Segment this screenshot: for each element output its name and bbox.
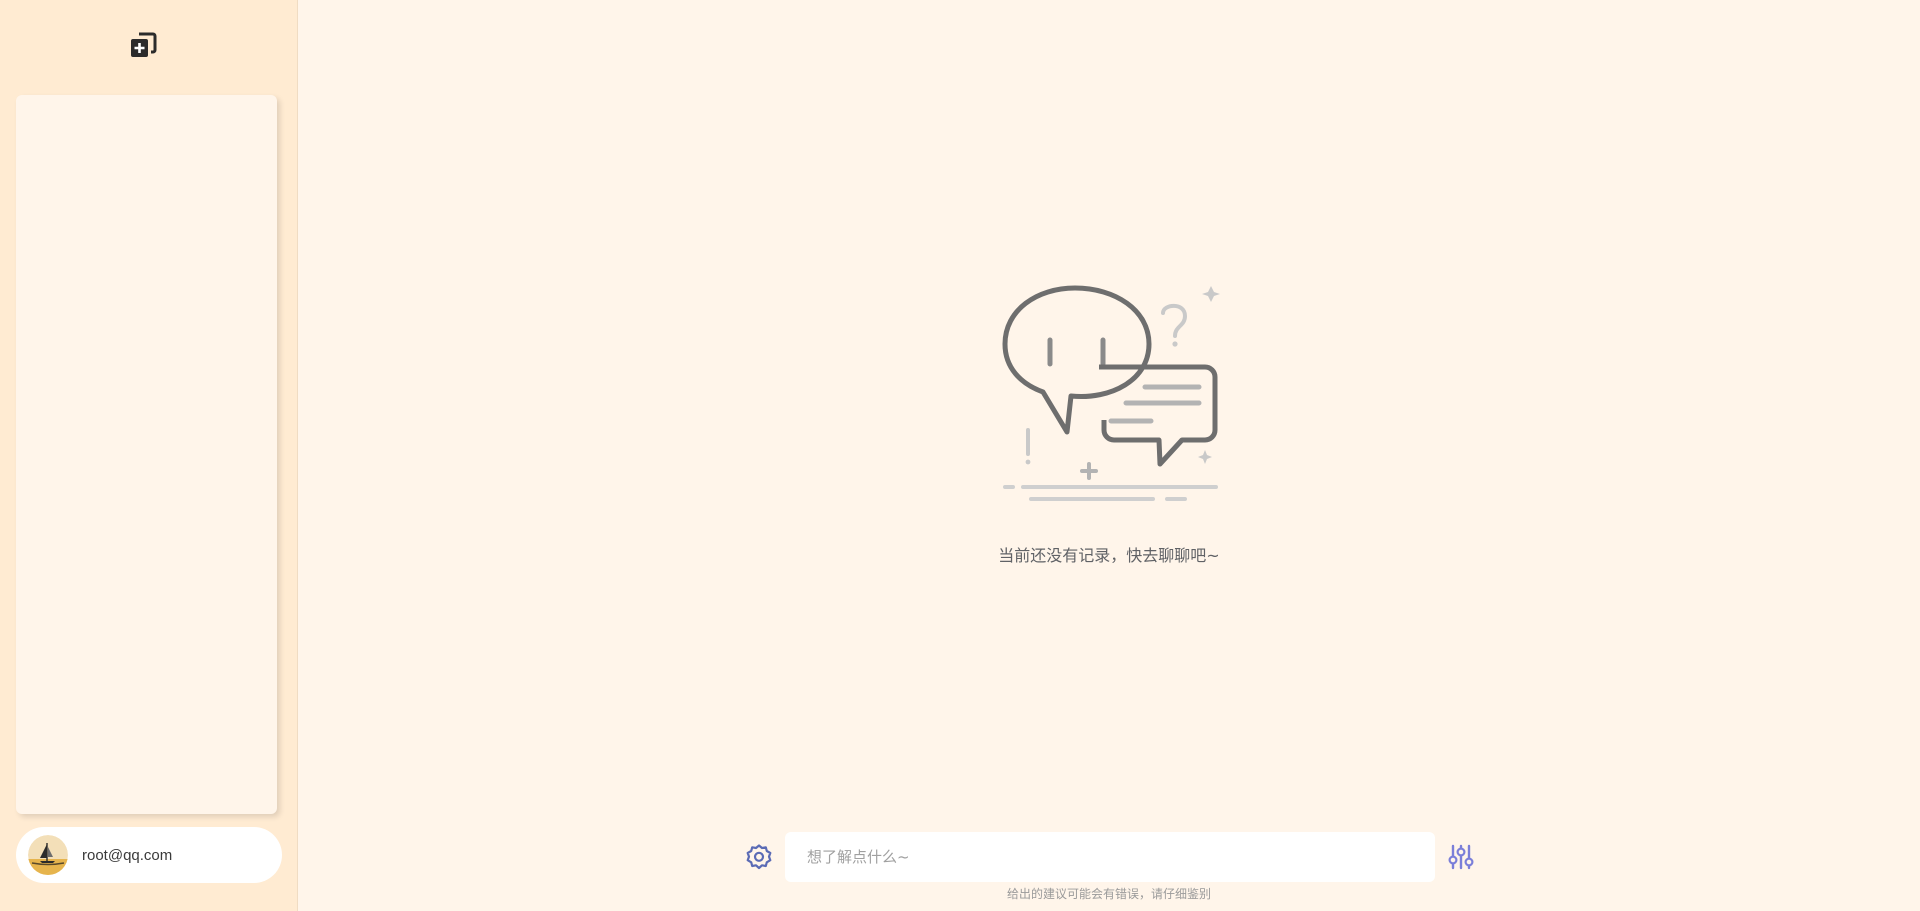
- user-email: root@qq.com: [82, 846, 173, 864]
- empty-chat-illustration: [1002, 285, 1220, 501]
- app-root: root@qq.com 当前还没有记录，快去聊聊吧~ 想了解点什么~ 给出的建议…: [0, 0, 1920, 911]
- empty-state-text: 当前还没有记录，快去聊聊吧~: [998, 546, 1220, 565]
- settings-button[interactable]: [745, 843, 773, 871]
- add-chat-icon: [131, 32, 157, 57]
- sliders-icon: [1448, 844, 1474, 870]
- message-composer: [745, 832, 1485, 882]
- avatar: [28, 835, 68, 875]
- chat-main: 当前还没有记录，快去聊聊吧~ 给出的建议可能会有错误，请仔细鉴别: [299, 0, 1920, 911]
- conversation-history-list[interactable]: [16, 95, 277, 814]
- model-settings-button[interactable]: [1447, 843, 1475, 871]
- sidebar: root@qq.com: [0, 0, 298, 911]
- user-profile-card[interactable]: root@qq.com: [16, 827, 282, 883]
- gear-icon: [746, 844, 772, 870]
- ai-disclaimer: 给出的建议可能会有错误，请仔细鉴别: [1006, 887, 1211, 901]
- new-chat-button[interactable]: [126, 28, 160, 62]
- message-input[interactable]: [785, 832, 1435, 882]
